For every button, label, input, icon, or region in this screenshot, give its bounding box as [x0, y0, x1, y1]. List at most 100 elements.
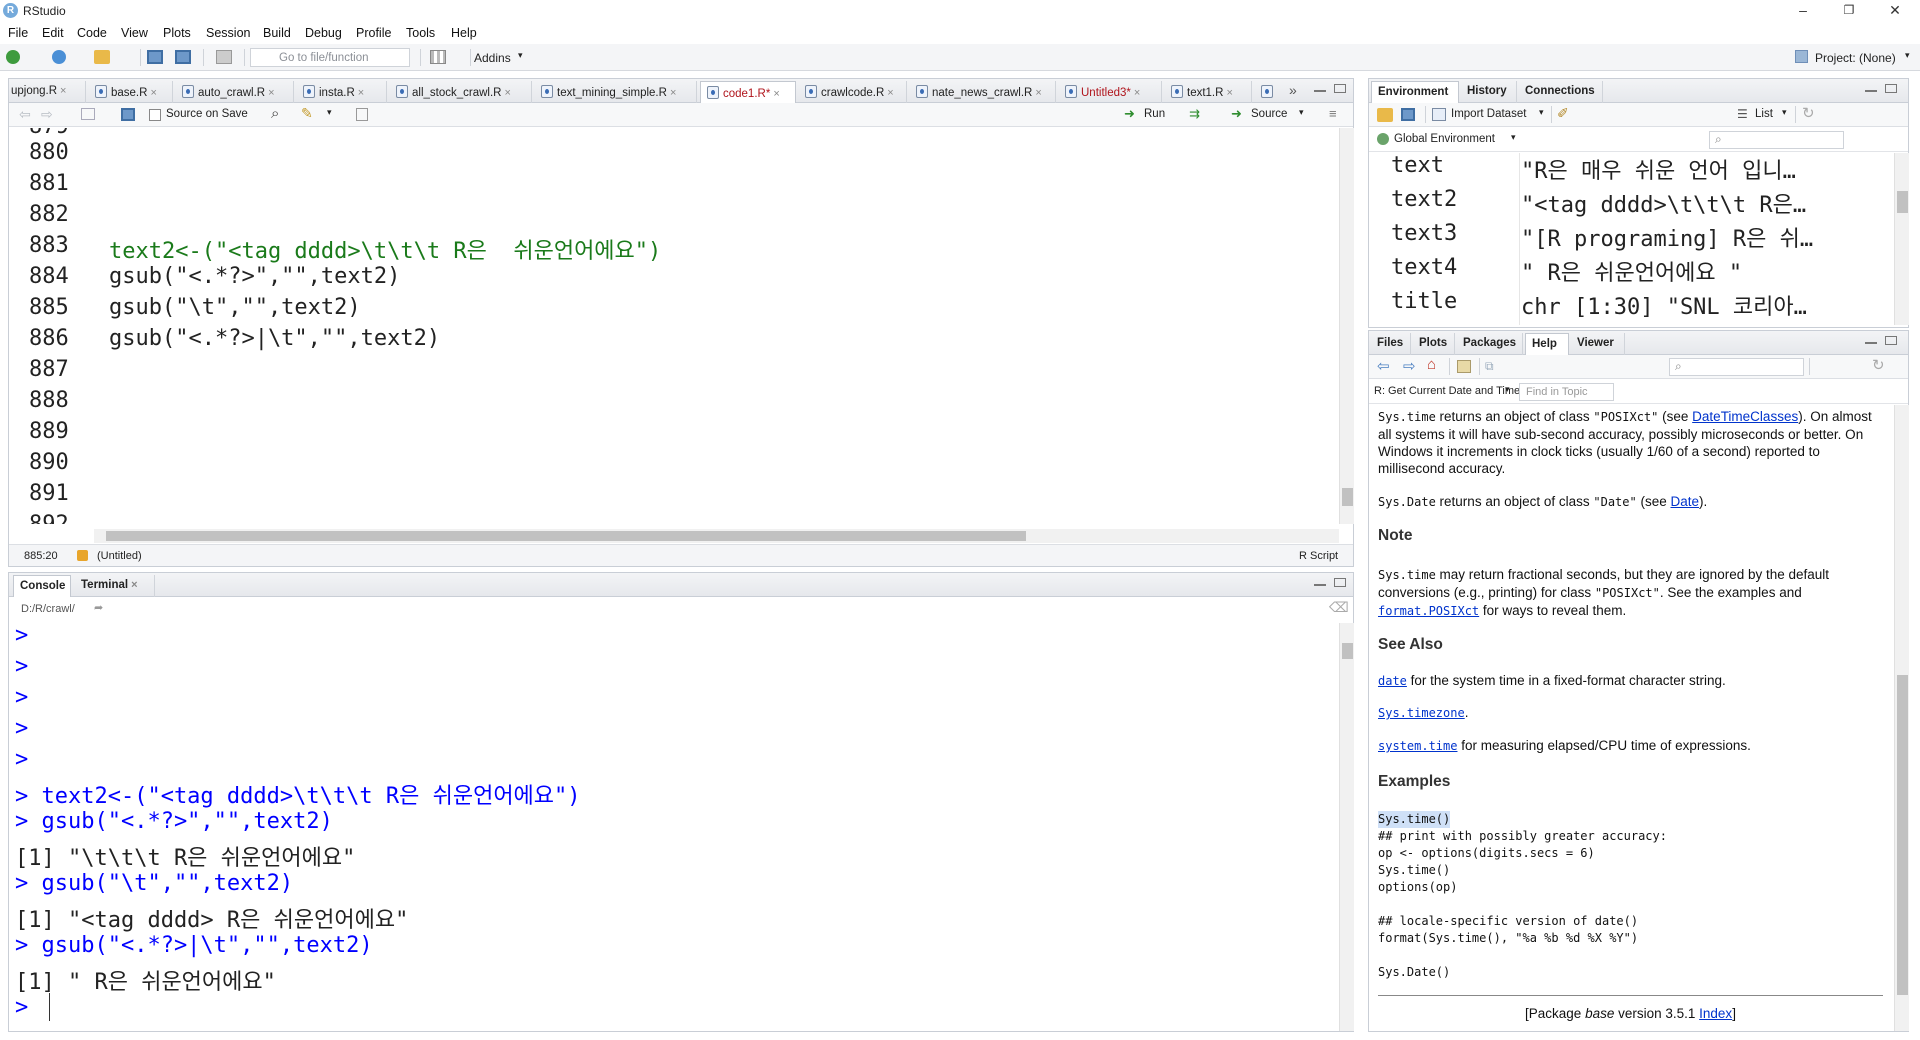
tab-insta[interactable]: insta.R ×: [297, 81, 387, 103]
maximize-pane-icon[interactable]: [1885, 84, 1897, 93]
tab-code1[interactable]: code1.R* ×: [700, 81, 796, 104]
menu-file[interactable]: File: [8, 26, 28, 40]
minimize-pane-icon[interactable]: [1314, 583, 1326, 586]
menu-session[interactable]: Session: [206, 26, 250, 40]
link-format-posixct[interactable]: format.POSIXct: [1378, 604, 1479, 618]
tab-upjong[interactable]: upjong.R ×: [9, 81, 86, 103]
goto-file-input[interactable]: Go to file/function: [250, 48, 410, 67]
minimize-button[interactable]: –: [1780, 0, 1826, 22]
help-topic-selector[interactable]: R: Get Current Date and Time: [1374, 385, 1520, 397]
goto-directory-icon[interactable]: ➦: [94, 601, 103, 614]
topic-chevron-down-icon[interactable]: ▾: [1505, 384, 1510, 395]
source-button[interactable]: Source: [1251, 108, 1287, 120]
project-menu[interactable]: Project: (None): [1815, 51, 1896, 65]
forward-arrow-icon[interactable]: ⇨: [1403, 357, 1416, 375]
project-chevron-down-icon[interactable]: ▾: [1905, 50, 1910, 61]
maximize-button[interactable]: ❐: [1826, 0, 1872, 22]
help-search-input[interactable]: ⌕: [1669, 358, 1804, 376]
console-output[interactable]: > > > > > > text2<-("<tag dddd>\t\t\t R은…: [9, 623, 1339, 1031]
workspace-panes-icon[interactable]: [430, 50, 446, 64]
tab-plots[interactable]: Plots: [1413, 333, 1455, 355]
code-area[interactable]: 879 880 881 882 883 text2<-("<tag dddd>\t…: [9, 128, 1353, 524]
menu-view[interactable]: View: [121, 26, 148, 40]
menu-help[interactable]: Help: [451, 26, 477, 40]
forward-arrow-icon[interactable]: ⇨: [41, 106, 53, 123]
source-on-save-checkbox[interactable]: [149, 109, 161, 121]
environment-vertical-scrollbar[interactable]: [1894, 153, 1909, 325]
editor-horizontal-scrollbar[interactable]: [94, 529, 1339, 543]
maximize-pane-icon[interactable]: [1334, 578, 1346, 587]
env-row[interactable]: text4 " R은 쉬운언어에요 ": [1369, 255, 1894, 286]
save-file-icon[interactable]: [121, 108, 135, 121]
tab-console[interactable]: Console: [13, 575, 71, 598]
outline-lines-icon[interactable]: ≡: [1329, 106, 1337, 121]
menu-code[interactable]: Code: [77, 26, 107, 40]
link-date[interactable]: Date: [1671, 494, 1700, 509]
close-tab-icon[interactable]: ×: [670, 87, 676, 99]
environment-search-input[interactable]: ⌕: [1709, 131, 1844, 149]
view-chevron-down-icon[interactable]: ▾: [1782, 107, 1787, 118]
scope-selector[interactable]: (Untitled): [97, 550, 142, 562]
close-tab-icon[interactable]: ×: [1134, 87, 1140, 99]
find-in-topic-input[interactable]: Find in Topic: [1519, 383, 1614, 401]
tab-nate-news-crawl[interactable]: nate_news_crawl.R ×: [910, 81, 1056, 103]
scope-chevron-down-icon[interactable]: ▾: [1511, 132, 1516, 143]
tab-base[interactable]: base.R ×: [89, 81, 173, 103]
addins-chevron-down-icon[interactable]: ▾: [518, 50, 523, 61]
env-row[interactable]: text "R은 매우 쉬운 언어 입니…: [1369, 153, 1894, 184]
console-prompt[interactable]: >: [15, 995, 28, 1020]
save-all-icon[interactable]: [175, 50, 191, 64]
scrollbar-thumb[interactable]: [1897, 191, 1908, 213]
show-in-window-icon[interactable]: [81, 108, 95, 120]
env-row[interactable]: text2 "<tag dddd>\t\t\t R은…: [1369, 187, 1894, 218]
tab-files[interactable]: Files: [1371, 333, 1411, 355]
new-file-icon[interactable]: [6, 50, 20, 64]
back-arrow-icon[interactable]: ⇦: [1377, 357, 1390, 375]
show-in-window-icon[interactable]: ⧉: [1485, 359, 1494, 374]
tab-auto-crawl[interactable]: auto_crawl.R ×: [176, 81, 294, 103]
document-outline-icon[interactable]: [356, 108, 368, 121]
print-icon[interactable]: [1457, 360, 1471, 373]
tab-viewer[interactable]: Viewer: [1571, 333, 1625, 355]
scrollbar-thumb[interactable]: [106, 531, 1026, 541]
import-chevron-down-icon[interactable]: ▾: [1539, 107, 1544, 118]
help-vertical-scrollbar[interactable]: [1894, 405, 1909, 1031]
menu-tools[interactable]: Tools: [406, 26, 435, 40]
menu-profile[interactable]: Profile: [356, 26, 391, 40]
minimize-pane-icon[interactable]: [1865, 341, 1877, 344]
tab-history[interactable]: History: [1461, 81, 1517, 103]
minimize-pane-icon[interactable]: [1314, 89, 1326, 92]
menu-build[interactable]: Build: [263, 26, 291, 40]
refresh-icon[interactable]: ↻: [1872, 356, 1885, 374]
load-workspace-icon[interactable]: [1377, 108, 1393, 122]
tab-overflow[interactable]: [1255, 81, 1273, 103]
close-tab-icon[interactable]: ×: [504, 87, 510, 99]
open-file-icon[interactable]: [94, 50, 110, 64]
tab-text-mining-simple[interactable]: text_mining_simple.R ×: [535, 81, 697, 103]
code-tools-wand-icon[interactable]: ✎: [301, 105, 313, 122]
source-chevron-down-icon[interactable]: ▾: [1299, 107, 1304, 118]
tab-text1[interactable]: text1.R ×: [1165, 81, 1252, 103]
tab-help[interactable]: Help: [1525, 333, 1569, 356]
home-icon[interactable]: ⌂: [1427, 356, 1436, 373]
editor-vertical-scrollbar[interactable]: [1339, 128, 1354, 524]
save-icon[interactable]: [147, 50, 163, 64]
clear-console-broom-icon[interactable]: ⌫: [1329, 599, 1349, 616]
close-tab-icon[interactable]: ×: [60, 85, 66, 97]
tab-all-stock-crawl[interactable]: all_stock_crawl.R ×: [390, 81, 532, 103]
source-arrow-icon[interactable]: ➜: [1231, 106, 1242, 122]
menu-plots[interactable]: Plots: [163, 26, 191, 40]
close-window-button[interactable]: ✕: [1872, 0, 1918, 22]
link-date-fn[interactable]: date: [1378, 674, 1407, 688]
maximize-pane-icon[interactable]: [1885, 336, 1897, 345]
print-icon[interactable]: [216, 50, 232, 64]
more-tabs-icon[interactable]: »: [1289, 82, 1297, 98]
import-dataset-icon[interactable]: [1432, 108, 1446, 121]
close-tab-icon[interactable]: ×: [1226, 87, 1232, 99]
env-row[interactable]: text3 "[R programing] R은 쉬…: [1369, 221, 1894, 252]
scrollbar-thumb[interactable]: [1897, 675, 1908, 995]
close-tab-icon[interactable]: ×: [131, 579, 137, 591]
run-button[interactable]: Run: [1144, 108, 1165, 120]
save-workspace-icon[interactable]: [1401, 108, 1415, 121]
run-arrow-icon[interactable]: ➜: [1124, 106, 1135, 122]
